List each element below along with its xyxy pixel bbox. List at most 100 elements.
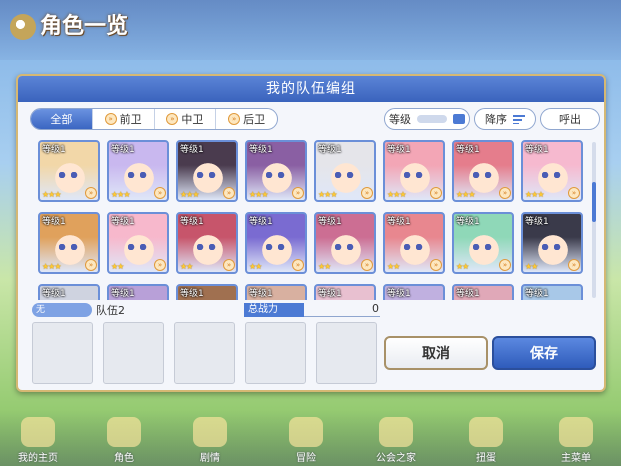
character-card[interactable]: 等级1 ★★★ » bbox=[383, 140, 445, 202]
character-level: 等级1 bbox=[180, 289, 204, 299]
filter-row: 全部 » 前卫 » 中卫 » 后卫 等级 降序 呼出 bbox=[30, 108, 600, 130]
nav-adventure[interactable]: 冒险 bbox=[276, 417, 336, 464]
character-grid-area: 等级1 ★★★ » 等级1 ★★★ » 等级1 ★★★ » 等级1 ★★★ » 等级1 ★★★ » 等级1 ★★… bbox=[38, 140, 590, 300]
sort-button[interactable]: 等级 bbox=[384, 108, 470, 130]
position-chevron-icon: » bbox=[223, 259, 235, 271]
team-slot[interactable] bbox=[245, 322, 306, 384]
nav-guild[interactable]: 公会之家 bbox=[366, 417, 426, 464]
character-card[interactable]: 等级1» bbox=[176, 284, 238, 300]
tab-front[interactable]: » 前卫 bbox=[93, 109, 155, 129]
team-tag: 无 bbox=[32, 303, 92, 317]
chevron-right-icon: » bbox=[228, 113, 241, 125]
position-chevron-icon: » bbox=[154, 187, 166, 199]
character-eyes bbox=[59, 244, 83, 250]
gacha-icon bbox=[469, 417, 503, 447]
team-name: 队伍2 bbox=[96, 304, 125, 317]
character-stars: ★★★ bbox=[42, 190, 61, 199]
position-chevron-icon: » bbox=[361, 259, 373, 271]
position-chevron-icon: » bbox=[85, 259, 97, 271]
screen-title: 角色一览 bbox=[10, 8, 128, 40]
character-card[interactable]: 等级1 ★★ » bbox=[521, 212, 583, 274]
power-label: 总战力 bbox=[244, 303, 304, 317]
character-stars: ★★★ bbox=[42, 262, 61, 271]
team-slot[interactable] bbox=[103, 322, 164, 384]
sort-icon bbox=[453, 114, 465, 124]
character-card[interactable]: 等级1» bbox=[38, 284, 100, 300]
nav-gacha[interactable]: 扭蛋 bbox=[456, 417, 516, 464]
tab-back[interactable]: » 后卫 bbox=[216, 109, 277, 129]
character-level: 等级1 bbox=[318, 289, 342, 299]
character-card[interactable]: 等级1 ★★ » bbox=[176, 212, 238, 274]
character-level: 等级1 bbox=[387, 289, 411, 299]
bottom-nav: 我的主页 角色 剧情 冒险 公会之家 扭蛋 主菜单 bbox=[0, 410, 621, 466]
character-level: 等级1 bbox=[111, 145, 135, 155]
character-card[interactable]: 等级1» bbox=[107, 284, 169, 300]
nav-menu[interactable]: 主菜单 bbox=[546, 417, 606, 464]
character-card[interactable]: 等级1 ★★★ » bbox=[38, 140, 100, 202]
character-card[interactable]: 等级1 ★★ » bbox=[452, 212, 514, 274]
nav-story[interactable]: 剧情 bbox=[180, 417, 240, 464]
character-card[interactable]: 等级1 ★★ » bbox=[245, 212, 307, 274]
menu-icon bbox=[559, 417, 593, 447]
dialog-title: 我的队伍编组 bbox=[18, 76, 604, 102]
character-eyes bbox=[59, 172, 83, 178]
character-card[interactable]: 等级1» bbox=[521, 284, 583, 300]
chevron-right-icon: » bbox=[166, 113, 179, 125]
character-card[interactable]: 等级1 ★★★ » bbox=[107, 140, 169, 202]
character-stars: ★★ bbox=[525, 262, 538, 271]
character-card[interactable]: 等级1 ★★ » bbox=[314, 212, 376, 274]
character-eyes bbox=[197, 172, 221, 178]
character-card[interactable]: 等级1 ★★★ » bbox=[521, 140, 583, 202]
team-slot[interactable] bbox=[174, 322, 235, 384]
character-eyes bbox=[335, 172, 359, 178]
position-chevron-icon: » bbox=[292, 187, 304, 199]
position-tabs: 全部 » 前卫 » 中卫 » 后卫 bbox=[30, 108, 278, 130]
character-level: 等级1 bbox=[249, 217, 273, 227]
character-card[interactable]: 等级1» bbox=[245, 284, 307, 300]
call-button[interactable]: 呼出 bbox=[540, 108, 600, 130]
character-eyes bbox=[197, 244, 221, 250]
character-eyes bbox=[404, 244, 428, 250]
character-level: 等级1 bbox=[456, 217, 480, 227]
scrollbar[interactable] bbox=[592, 142, 596, 298]
position-chevron-icon: » bbox=[499, 187, 511, 199]
character-icon bbox=[107, 417, 141, 447]
sort-slider bbox=[417, 115, 447, 123]
nav-character[interactable]: 角色 bbox=[94, 417, 154, 464]
character-stars: ★★★ bbox=[249, 190, 268, 199]
order-button[interactable]: 降序 bbox=[474, 108, 536, 130]
character-level: 等级1 bbox=[318, 217, 342, 227]
character-level: 等级1 bbox=[456, 145, 480, 155]
character-stars: ★★★ bbox=[318, 190, 337, 199]
tab-all[interactable]: 全部 bbox=[31, 109, 93, 129]
team-slot[interactable] bbox=[32, 322, 93, 384]
character-eyes bbox=[542, 244, 566, 250]
character-eyes bbox=[473, 172, 497, 178]
character-eyes bbox=[473, 244, 497, 250]
nav-home[interactable]: 我的主页 bbox=[8, 417, 68, 464]
scrollbar-thumb[interactable] bbox=[592, 182, 596, 222]
character-card[interactable]: 等级1 ★★ » bbox=[107, 212, 169, 274]
character-card[interactable]: 等级1» bbox=[314, 284, 376, 300]
character-card[interactable]: 等级1 ★★★ » bbox=[314, 140, 376, 202]
character-level: 等级1 bbox=[42, 145, 66, 155]
character-card[interactable]: 等级1» bbox=[383, 284, 445, 300]
character-card[interactable]: 等级1» bbox=[452, 284, 514, 300]
character-card[interactable]: 等级1 ★★★ » bbox=[245, 140, 307, 202]
cancel-button[interactable]: 取消 bbox=[384, 336, 488, 370]
tab-middle[interactable]: » 中卫 bbox=[155, 109, 217, 129]
character-stars: ★★ bbox=[456, 262, 469, 271]
character-level: 等级1 bbox=[180, 217, 204, 227]
position-chevron-icon: » bbox=[292, 259, 304, 271]
home-icon bbox=[21, 417, 55, 447]
team-slot[interactable] bbox=[316, 322, 377, 384]
character-level: 等级1 bbox=[111, 217, 135, 227]
character-level: 等级1 bbox=[249, 145, 273, 155]
character-card[interactable]: 等级1 ★★ » bbox=[383, 212, 445, 274]
character-card[interactable]: 等级1 ★★★ » bbox=[452, 140, 514, 202]
save-button[interactable]: 保存 bbox=[492, 336, 596, 370]
character-card[interactable]: 等级1 ★★★ » bbox=[38, 212, 100, 274]
character-card[interactable]: 等级1 ★★★ » bbox=[176, 140, 238, 202]
character-eyes bbox=[542, 172, 566, 178]
character-stars: ★★ bbox=[249, 262, 262, 271]
